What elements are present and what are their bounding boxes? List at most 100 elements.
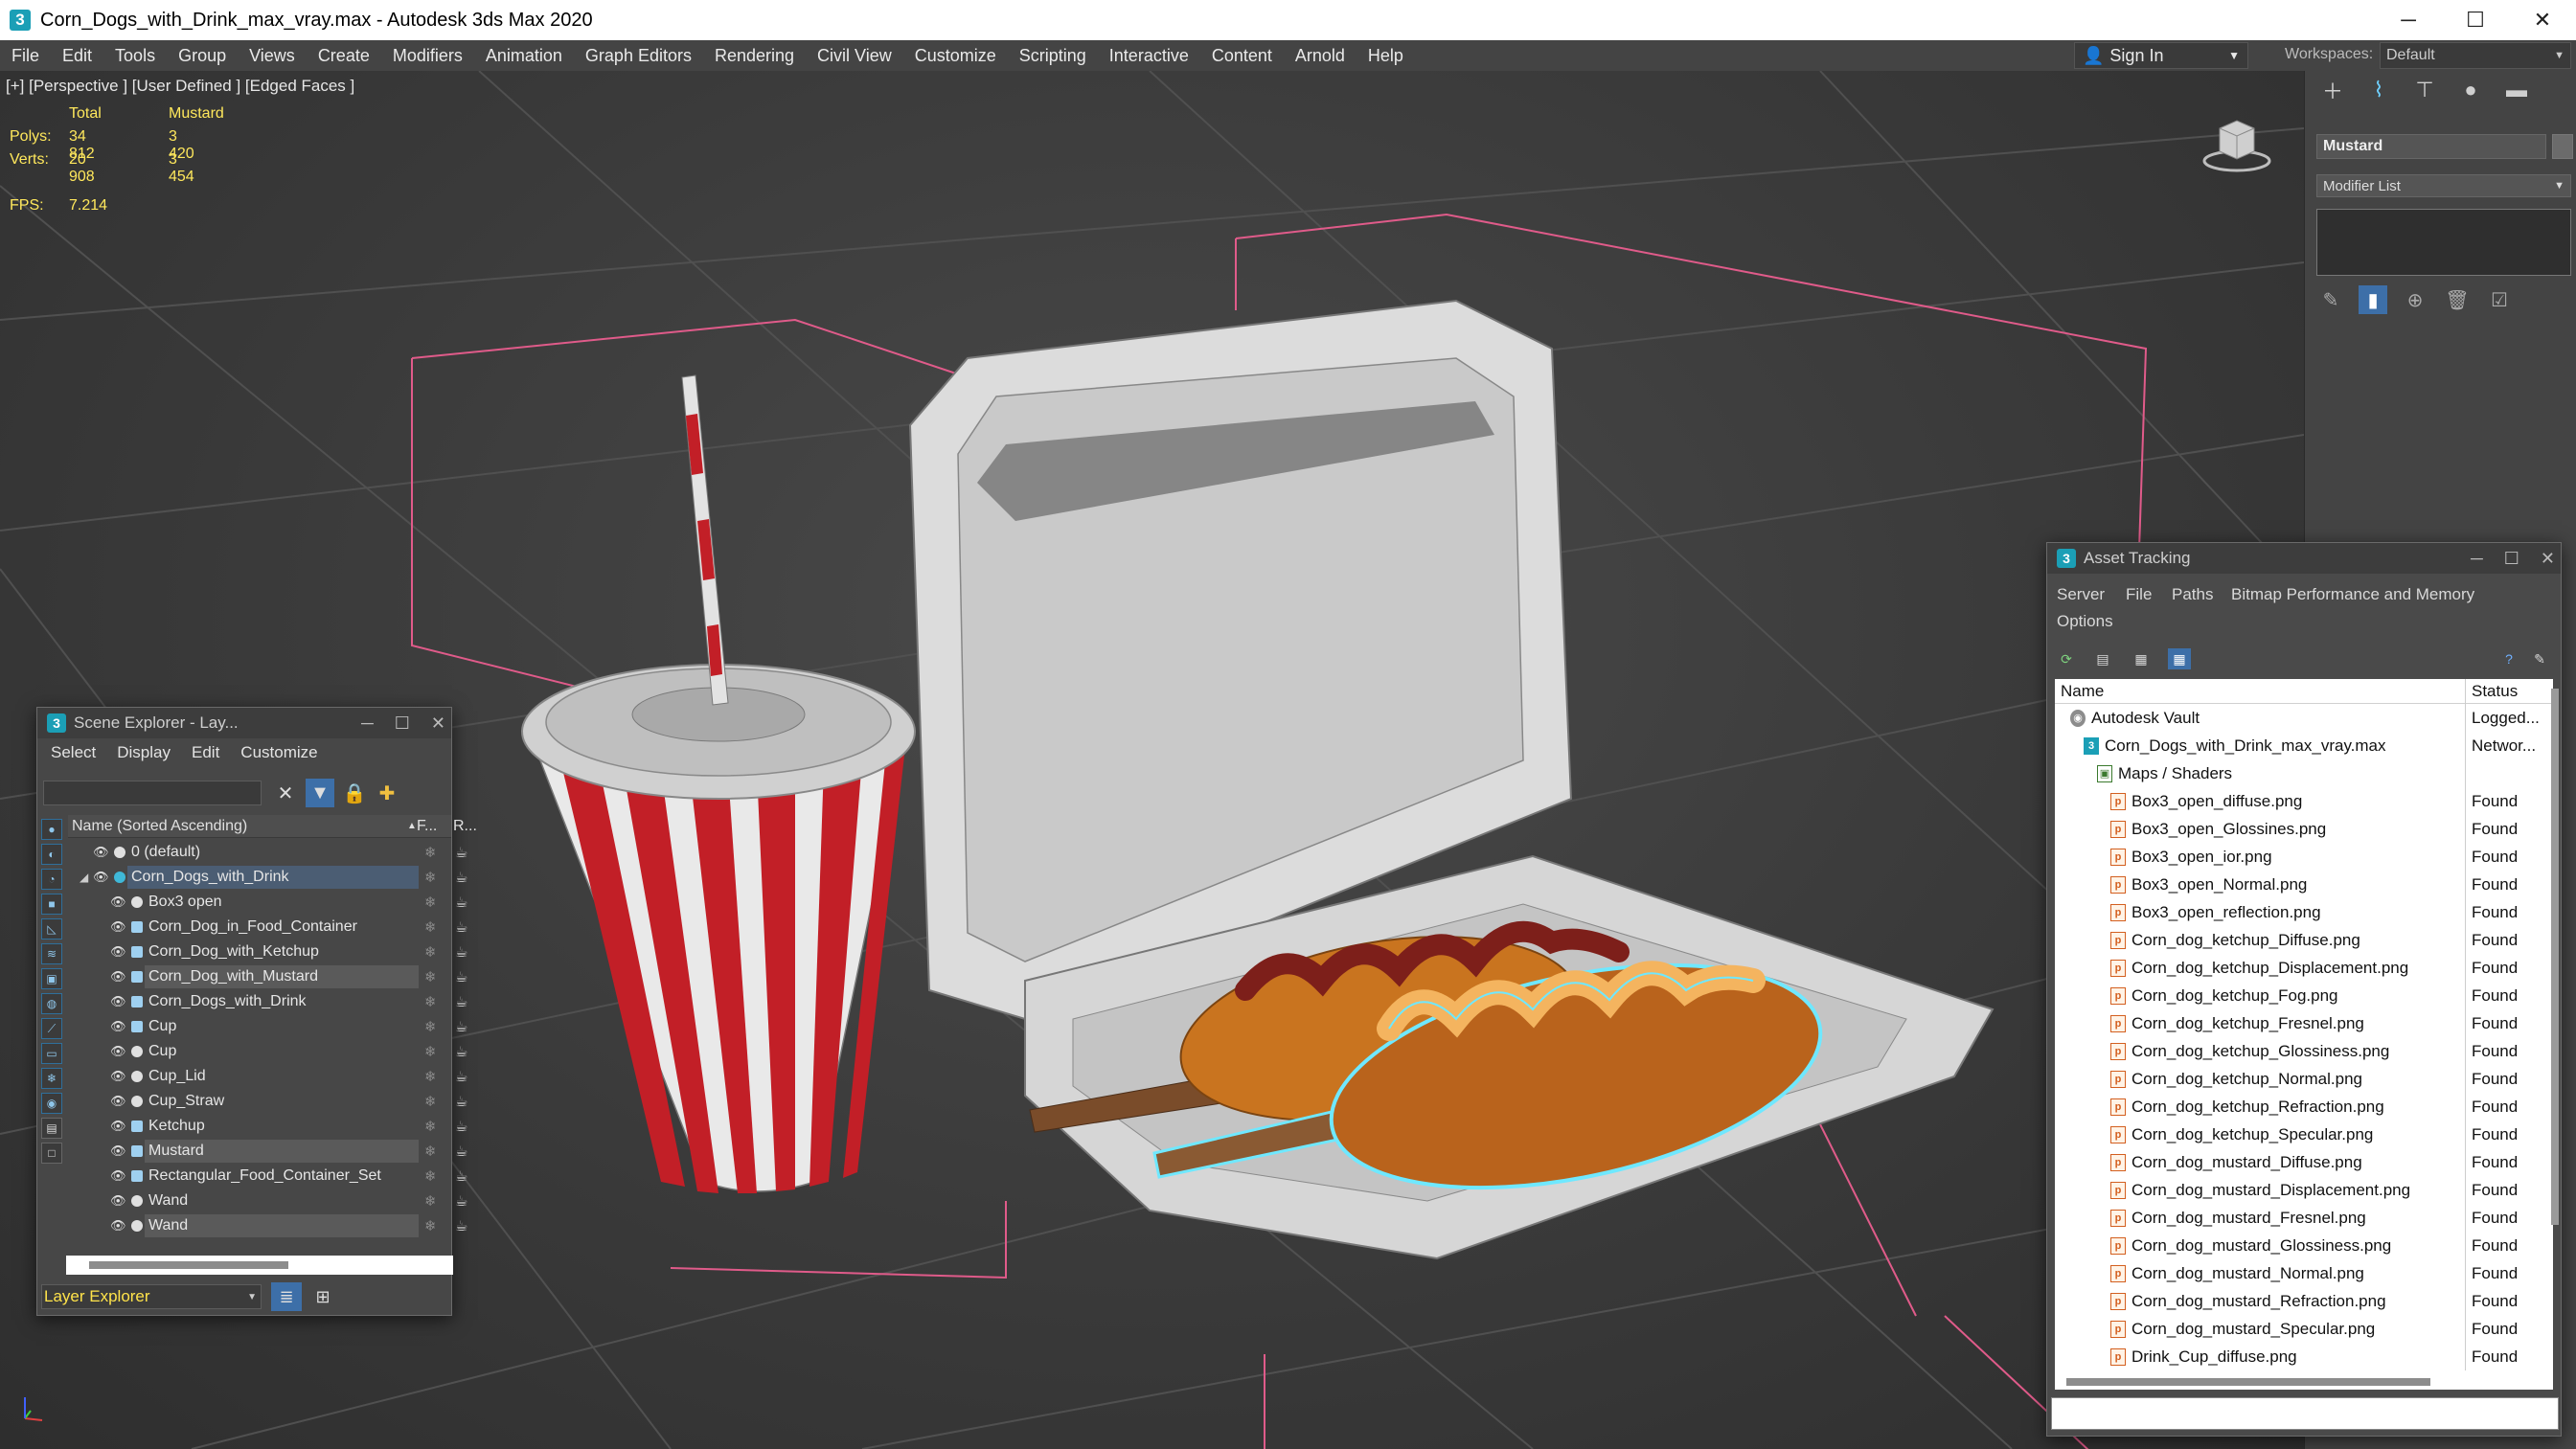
- asset-name[interactable]: Corn_dog_mustard_Refraction.png: [2131, 1292, 2386, 1311]
- renderable-toggle-icon[interactable]: ☕: [455, 1093, 467, 1110]
- pin-icon[interactable]: ✎: [2528, 648, 2551, 669]
- render-column-header[interactable]: R...: [453, 818, 477, 835]
- visibility-eye-icon[interactable]: 👁: [110, 1094, 126, 1109]
- remove-modifier-icon[interactable]: 🗑: [2443, 285, 2472, 314]
- object-name-field[interactable]: Mustard: [2316, 134, 2546, 159]
- menu-help[interactable]: Help: [1356, 46, 1415, 66]
- scene-object-name[interactable]: Corn_Dog_with_Mustard: [145, 965, 419, 988]
- asset-row[interactable]: p Corn_dog_ketchup_Diffuse.png Found: [2055, 926, 2553, 954]
- status-column-header[interactable]: Status: [2465, 679, 2518, 704]
- name-column-header[interactable]: Name: [2061, 682, 2104, 701]
- asset-row[interactable]: p Corn_dog_mustard_Normal.png Found: [2055, 1259, 2553, 1287]
- freeze-toggle-icon[interactable]: ❄: [424, 918, 437, 936]
- asset-name[interactable]: Corn_dog_mustard_Diffuse.png: [2131, 1153, 2362, 1172]
- scene-object-name[interactable]: Wand: [145, 1214, 419, 1237]
- bones-filter-icon[interactable]: ⟋: [41, 1018, 62, 1039]
- menu-group[interactable]: Group: [167, 46, 238, 66]
- asset-name[interactable]: Box3_open_Normal.png: [2131, 875, 2307, 894]
- menu-scripting[interactable]: Scripting: [1008, 46, 1098, 66]
- asset-row[interactable]: p Corn_dog_ketchup_Displacement.png Found: [2055, 954, 2553, 982]
- sort-by-hierarchy-icon[interactable]: ⊞: [308, 1282, 338, 1311]
- motion-tab-icon[interactable]: ●: [2454, 74, 2487, 106]
- visibility-eye-icon[interactable]: 👁: [110, 894, 126, 910]
- asset-name[interactable]: Corn_dog_ketchup_Fog.png: [2131, 986, 2338, 1006]
- asset-name[interactable]: Corn_Dogs_with_Drink_max_vray.max: [2105, 736, 2386, 756]
- asset-row[interactable]: p Box3_open_reflection.png Found: [2055, 898, 2553, 926]
- se-menu-display[interactable]: Display: [117, 743, 171, 762]
- scene-object-name[interactable]: Cup: [145, 1015, 419, 1038]
- scene-explorer-row[interactable]: 👁 Corn_Dog_in_Food_Container ❄ ☕: [68, 915, 467, 940]
- asset-row[interactable]: p Corn_dog_mustard_Refraction.png Found: [2055, 1287, 2553, 1315]
- asset-row[interactable]: p Corn_dog_mustard_Diffuse.png Found: [2055, 1148, 2553, 1176]
- helpers-filter-icon[interactable]: ◺: [41, 918, 62, 940]
- display-none-icon[interactable]: □: [41, 1143, 62, 1164]
- freeze-toggle-icon[interactable]: ❄: [424, 1217, 437, 1234]
- visibility-eye-icon[interactable]: 👁: [110, 994, 126, 1009]
- visibility-eye-icon[interactable]: 👁: [110, 1019, 126, 1034]
- scene-object-name[interactable]: Cup_Lid: [145, 1065, 419, 1088]
- asset-name[interactable]: Corn_dog_ketchup_Diffuse.png: [2131, 931, 2360, 950]
- at-menu-paths[interactable]: Paths: [2172, 585, 2213, 604]
- close-icon[interactable]: ✕: [2541, 549, 2555, 569]
- scene-explorer-row[interactable]: 👁 Ketchup ❄ ☕: [68, 1114, 467, 1139]
- shapes-filter-icon[interactable]: ◐: [41, 844, 62, 865]
- modify-tab-icon[interactable]: ⌇: [2362, 74, 2395, 106]
- configure-modifier-sets-icon[interactable]: ☑: [2485, 285, 2514, 314]
- scene-explorer-row[interactable]: 👁 Cup_Straw ❄ ☕: [68, 1089, 467, 1114]
- asset-name[interactable]: Corn_dog_ketchup_Displacement.png: [2131, 959, 2408, 978]
- table-view-icon[interactable]: ▦: [2130, 648, 2153, 669]
- xrefs-filter-icon[interactable]: ◍: [41, 993, 62, 1014]
- asset-name[interactable]: Maps / Shaders: [2118, 764, 2232, 783]
- visibility-eye-icon[interactable]: 👁: [110, 1044, 126, 1059]
- visibility-eye-icon[interactable]: 👁: [110, 1193, 126, 1209]
- visibility-eye-icon[interactable]: 👁: [110, 969, 126, 985]
- containers-filter-icon[interactable]: ▭: [41, 1043, 62, 1064]
- freeze-toggle-icon[interactable]: ❄: [424, 1018, 437, 1035]
- geometry-filter-icon[interactable]: ●: [41, 819, 62, 840]
- make-unique-icon[interactable]: ⊕: [2401, 285, 2429, 314]
- renderable-toggle-icon[interactable]: ☕: [455, 1167, 467, 1185]
- scene-explorer-row[interactable]: 👁 Box3 open ❄ ☕: [68, 890, 467, 915]
- asset-path-field[interactable]: [2051, 1397, 2559, 1430]
- visibility-eye-icon[interactable]: 👁: [110, 1168, 126, 1184]
- scene-explorer-row[interactable]: 👁 Wand ❄ ☕: [68, 1189, 467, 1213]
- asset-row[interactable]: 3 Corn_Dogs_with_Drink_max_vray.max Networ…: [2055, 732, 2553, 759]
- asset-name[interactable]: Corn_dog_ketchup_Fresnel.png: [2131, 1014, 2364, 1033]
- visibility-eye-icon[interactable]: 👁: [110, 1218, 126, 1234]
- list-view-icon[interactable]: ▤: [2091, 648, 2114, 669]
- renderable-toggle-icon[interactable]: ☕: [455, 1192, 467, 1210]
- renderable-toggle-icon[interactable]: ☕: [455, 1118, 467, 1135]
- renderable-toggle-icon[interactable]: ☕: [455, 1018, 467, 1035]
- add-layer-icon[interactable]: ✚: [373, 779, 401, 807]
- asset-row[interactable]: p Box3_open_ior.png Found: [2055, 843, 2553, 871]
- visibility-eye-icon[interactable]: 👁: [110, 944, 126, 960]
- maximize-icon[interactable]: ☐: [2442, 0, 2509, 40]
- asset-tracking-titlebar[interactable]: 3 Asset Tracking ─ ☐ ✕: [2047, 543, 2561, 574]
- scrollbar-thumb[interactable]: [89, 1261, 288, 1269]
- frozen-filter-icon[interactable]: ❄: [41, 1068, 62, 1089]
- scene-explorer-tree[interactable]: 👁 0 (default) ❄ ☕ ◢ 👁 Corn_Dogs_with_Drink ❄ ☕ 👁 B…: [68, 840, 467, 1238]
- freeze-toggle-icon[interactable]: ❄: [424, 943, 437, 961]
- asset-row[interactable]: ▣ Maps / Shaders: [2055, 759, 2553, 787]
- scene-object-name[interactable]: Rectangular_Food_Container_Set: [145, 1165, 419, 1188]
- asset-name[interactable]: Corn_dog_ketchup_Glossiness.png: [2131, 1042, 2389, 1061]
- at-menu-file[interactable]: File: [2126, 585, 2152, 604]
- horizontal-scrollbar[interactable]: [66, 1256, 453, 1275]
- asset-name[interactable]: Corn_dog_mustard_Displacement.png: [2131, 1181, 2410, 1200]
- cameras-filter-icon[interactable]: ■: [41, 894, 62, 915]
- asset-name[interactable]: Corn_dog_ketchup_Refraction.png: [2131, 1098, 2384, 1117]
- menu-modifiers[interactable]: Modifiers: [381, 46, 474, 66]
- renderable-toggle-icon[interactable]: ☕: [455, 1043, 467, 1060]
- asset-row[interactable]: p Box3_open_Glossines.png Found: [2055, 815, 2553, 843]
- se-menu-select[interactable]: Select: [51, 743, 96, 762]
- menu-arnold[interactable]: Arnold: [1284, 46, 1356, 66]
- freeze-toggle-icon[interactable]: ❄: [424, 1068, 437, 1085]
- freeze-toggle-icon[interactable]: ❄: [424, 844, 437, 861]
- scene-object-name[interactable]: Corn_Dogs_with_Drink: [127, 866, 419, 889]
- pin-stack-icon[interactable]: ✎: [2316, 285, 2345, 314]
- scene-object-name[interactable]: Box3 open: [145, 891, 419, 914]
- detail-view-icon[interactable]: ▦: [2168, 648, 2191, 669]
- renderable-toggle-icon[interactable]: ☕: [455, 894, 467, 911]
- display-tab-icon[interactable]: ▬: [2500, 74, 2533, 106]
- asset-row[interactable]: p Corn_dog_ketchup_Refraction.png Found: [2055, 1093, 2553, 1121]
